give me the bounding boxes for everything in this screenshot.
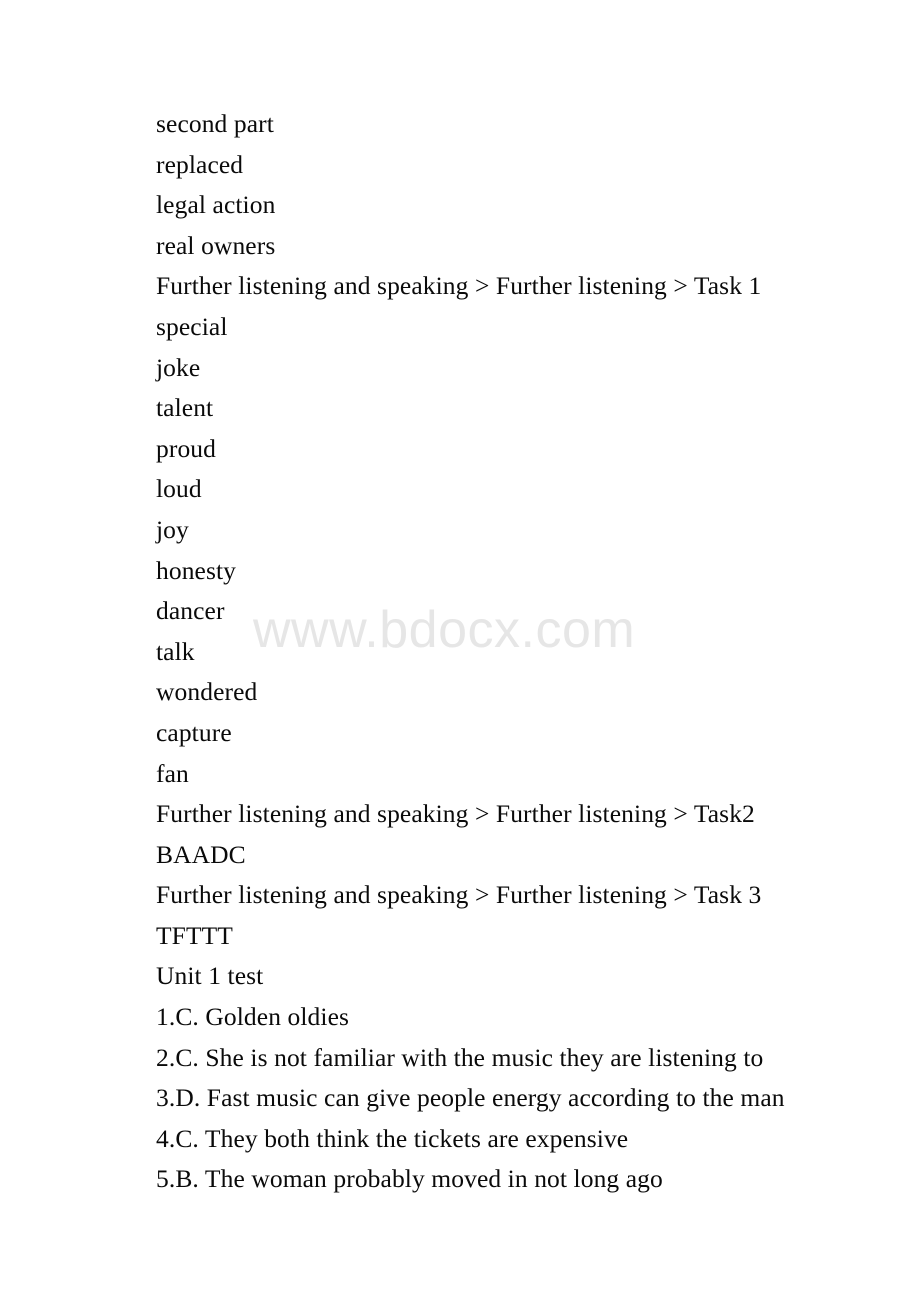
section-heading-line: Further listening and speaking > Further… <box>156 271 762 301</box>
text-line: wondered <box>156 677 258 707</box>
numbered-answer-line: 3.D. Fast music can give people energy a… <box>156 1083 785 1113</box>
text-line: dancer <box>156 596 225 626</box>
text-line: talk <box>156 636 195 666</box>
answer-key-line: TFTTT <box>156 920 233 950</box>
text-line: capture <box>156 717 232 747</box>
text-line: fan <box>156 758 189 788</box>
text-line: replaced <box>156 149 244 179</box>
document-text-body: second part replaced legal action real o… <box>156 104 856 1200</box>
section-heading-line: Further listening and speaking > Further… <box>156 880 762 910</box>
text-line: second part <box>156 109 274 138</box>
numbered-answer-line: 2.C. She is not familiar with the music … <box>156 1042 764 1072</box>
section-heading-line: Further listening and speaking > Further… <box>156 799 755 829</box>
numbered-answer-line: 4.C. They both think the tickets are exp… <box>156 1123 629 1153</box>
document-page: www.bdocx.com second part replaced legal… <box>0 0 920 1302</box>
text-line: proud <box>156 433 216 463</box>
text-line: special <box>156 311 228 341</box>
answer-key-line: BAADC <box>156 839 246 869</box>
text-line: joy <box>156 514 189 544</box>
numbered-answer-line: 5.B. The woman probably moved in not lon… <box>156 1164 663 1194</box>
text-line: legal action <box>156 190 276 220</box>
text-line: talent <box>156 393 214 423</box>
section-heading-line: Unit 1 test <box>156 961 264 991</box>
text-line: honesty <box>156 555 237 585</box>
text-line: loud <box>156 474 202 504</box>
text-line: joke <box>156 352 201 382</box>
numbered-answer-line: 1.C. Golden oldies <box>156 1002 350 1032</box>
text-line: real owners <box>156 230 276 260</box>
